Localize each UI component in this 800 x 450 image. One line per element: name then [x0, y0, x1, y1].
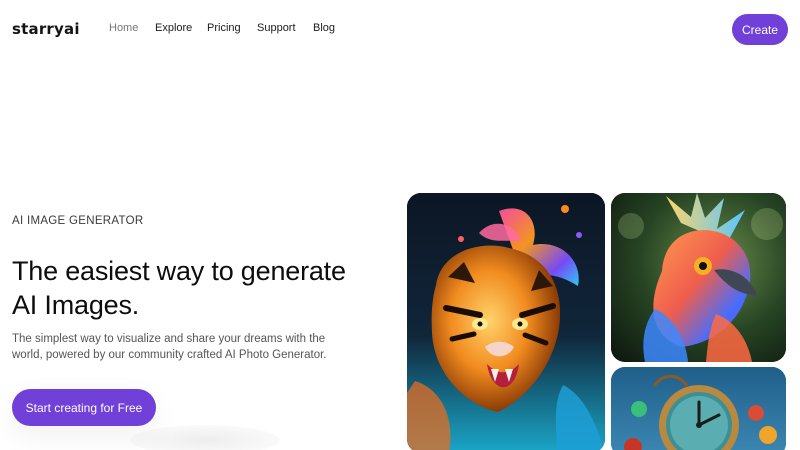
start-creating-button[interactable]: Start creating for Free: [12, 389, 156, 426]
top-navbar: starryai Home Explore Pricing Support Bl…: [0, 0, 800, 60]
clock-art-image: [611, 367, 786, 450]
hero-eyebrow: AI IMAGE GENERATOR: [12, 215, 144, 227]
nav-link-home[interactable]: Home: [109, 22, 138, 34]
tiger-art-image: [407, 193, 605, 450]
hero-headline: The easiest way to generate AI Images.: [12, 256, 346, 320]
site-logo[interactable]: starryai: [12, 20, 80, 38]
create-button[interactable]: Create: [732, 14, 788, 45]
hero-subtext: The simplest way to visualize and share …: [12, 333, 327, 361]
nav-link-explore[interactable]: Explore: [155, 22, 192, 34]
decorative-shadow: [130, 425, 280, 450]
nav-link-pricing[interactable]: Pricing: [207, 22, 241, 34]
nav-link-blog[interactable]: Blog: [313, 22, 335, 34]
nav-link-support[interactable]: Support: [257, 22, 296, 34]
bird-art-image: [611, 193, 786, 362]
